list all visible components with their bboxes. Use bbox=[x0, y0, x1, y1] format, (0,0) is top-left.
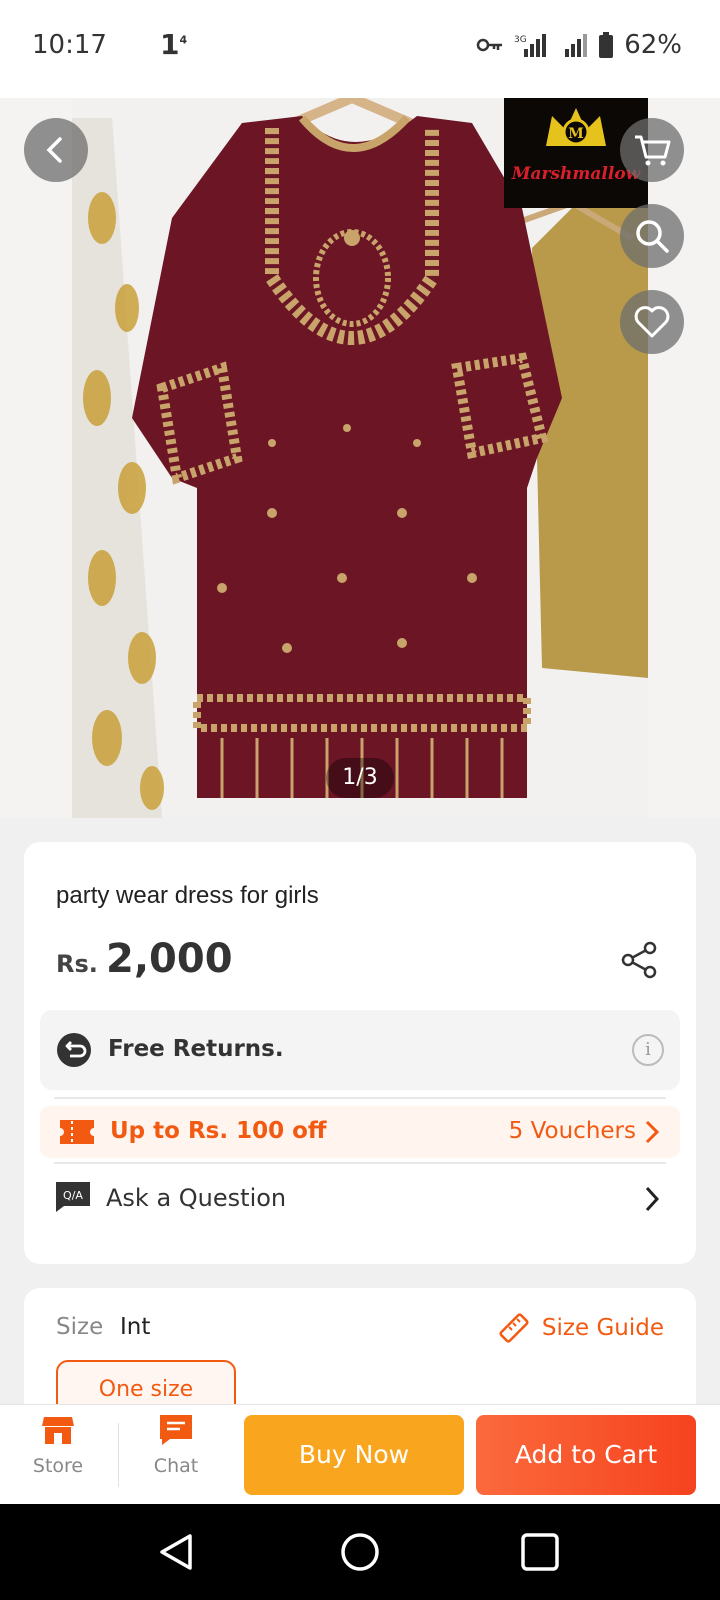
status-icons: 3G 62% bbox=[476, 30, 682, 60]
price-currency: Rs. bbox=[56, 950, 98, 978]
battery-icon bbox=[599, 32, 614, 58]
size-guide-link[interactable]: Size Guide bbox=[498, 1312, 664, 1344]
notification-count-sup: 4 bbox=[179, 33, 188, 47]
voucher-icon bbox=[60, 1120, 94, 1144]
ask-question-row[interactable]: Q/A Ask a Question bbox=[40, 1166, 680, 1230]
chevron-left-icon bbox=[46, 137, 62, 163]
chevron-right-icon bbox=[645, 1120, 660, 1144]
nav-back-icon[interactable] bbox=[156, 1530, 200, 1574]
status-time: 10:17 bbox=[32, 30, 107, 60]
voucher-row[interactable]: Up to Rs. 100 off 5 Vouchers bbox=[40, 1106, 680, 1158]
free-returns-label: Free Returns. bbox=[108, 1036, 284, 1062]
notification-count: 1 bbox=[160, 28, 180, 61]
ruler-icon bbox=[499, 1313, 529, 1343]
share-icon[interactable] bbox=[620, 940, 660, 980]
bottom-action-bar: Store Chat Buy Now Add to Cart bbox=[0, 1404, 720, 1504]
brand-mark: M bbox=[568, 126, 584, 142]
store-label: Store bbox=[32, 1455, 84, 1477]
wishlist-button[interactable] bbox=[620, 290, 684, 354]
product-title: party wear dress for girls bbox=[56, 882, 319, 909]
price-value: 2,000 bbox=[106, 936, 233, 982]
info-icon[interactable]: i bbox=[632, 1034, 664, 1066]
ask-question-label: Ask a Question bbox=[106, 1184, 287, 1212]
voucher-count: 5 Vouchers bbox=[508, 1118, 636, 1144]
size-label: Size bbox=[56, 1314, 104, 1340]
nav-recents-icon[interactable] bbox=[518, 1530, 562, 1574]
divider bbox=[54, 1162, 666, 1164]
heart-icon bbox=[634, 306, 670, 338]
signal-3g-icon: 3G bbox=[514, 34, 547, 57]
size-value: Int bbox=[120, 1314, 151, 1340]
qa-icon: Q/A bbox=[56, 1182, 90, 1212]
product-gallery[interactable]: M Marshmallow 1/3 bbox=[0, 98, 720, 818]
chat-icon bbox=[160, 1415, 192, 1445]
divider bbox=[54, 1097, 666, 1099]
status-bar: 10:17 14 3G 62% bbox=[0, 0, 720, 98]
notification-indicator: 14 bbox=[160, 28, 187, 61]
chevron-right-icon bbox=[645, 1186, 660, 1212]
search-button[interactable] bbox=[620, 204, 684, 268]
voucher-label: Up to Rs. 100 off bbox=[110, 1118, 327, 1144]
signal-icon bbox=[565, 34, 588, 57]
search-icon bbox=[636, 220, 669, 253]
add-to-cart-button[interactable]: Add to Cart bbox=[476, 1415, 696, 1495]
qa-badge: Q/A bbox=[63, 1189, 83, 1202]
svg-text:3G: 3G bbox=[514, 35, 527, 45]
nav-home-icon[interactable] bbox=[338, 1530, 382, 1574]
cart-button[interactable] bbox=[620, 118, 684, 182]
chat-button[interactable]: Chat bbox=[128, 1415, 224, 1495]
battery-percent: 62% bbox=[624, 30, 682, 60]
return-icon bbox=[57, 1033, 91, 1067]
free-returns-row[interactable]: Free Returns. i bbox=[40, 1010, 680, 1090]
store-button[interactable]: Store bbox=[10, 1415, 106, 1495]
key-icon bbox=[476, 38, 503, 52]
store-icon bbox=[42, 1417, 74, 1444]
back-button[interactable] bbox=[24, 118, 88, 182]
buy-now-button[interactable]: Buy Now bbox=[244, 1415, 464, 1495]
chat-label: Chat bbox=[153, 1455, 199, 1477]
product-info-card: party wear dress for girls Rs. 2,000 Fre… bbox=[24, 842, 696, 1264]
size-guide-label: Size Guide bbox=[541, 1315, 664, 1341]
image-counter: 1/3 bbox=[326, 758, 394, 798]
system-nav-bar bbox=[0, 1504, 720, 1600]
divider bbox=[118, 1423, 119, 1487]
cart-icon bbox=[635, 135, 671, 166]
